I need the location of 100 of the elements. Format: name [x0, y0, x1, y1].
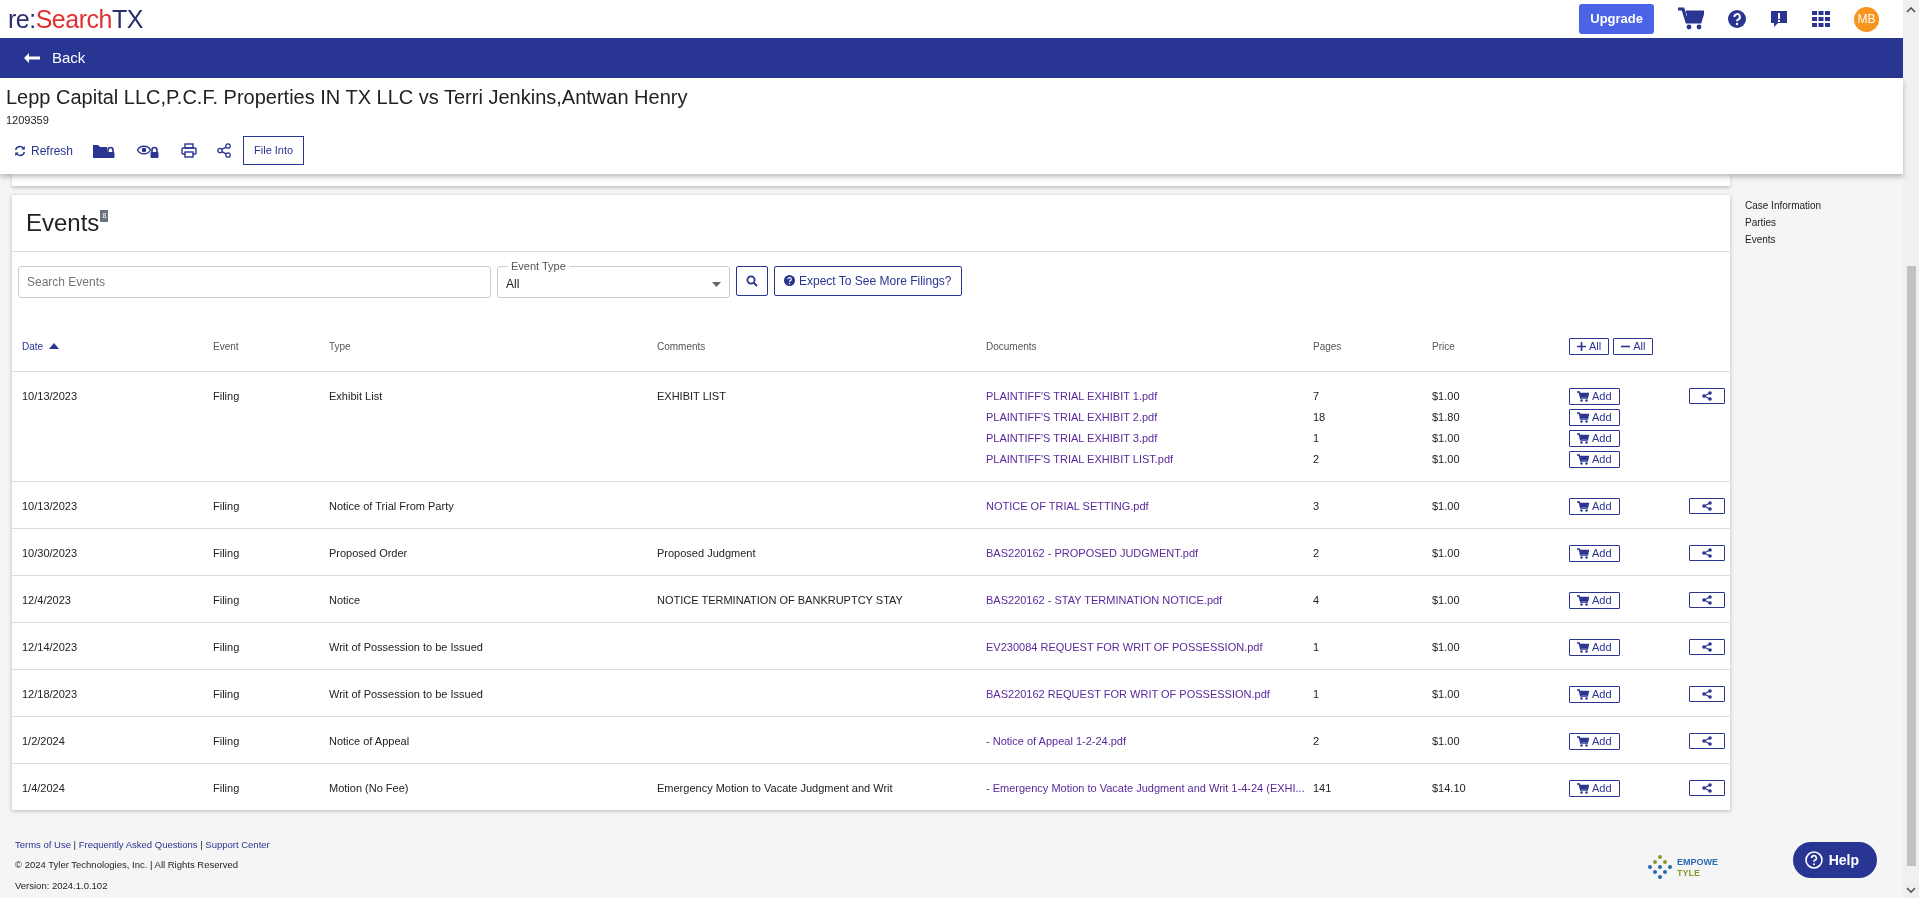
back-button[interactable]: Back: [24, 46, 86, 70]
column-header[interactable]: Event: [213, 340, 239, 352]
search-icon: [746, 274, 758, 287]
brand-text: TYLE: [1677, 868, 1701, 879]
type-cell-text: Proposed Order: [329, 545, 408, 561]
file-into-button[interactable]: File Into: [243, 135, 305, 165]
add-to-cart-button[interactable]: Add: [1569, 429, 1620, 447]
event-cell-text: Filing: [213, 639, 240, 655]
feedback-icon[interactable]: [1770, 10, 1788, 28]
footer-link[interactable]: Frequently Asked Questions: [78, 839, 198, 850]
scroll-up-icon[interactable]: [1906, 6, 1916, 14]
date-cell-text: 10/13/2023: [22, 498, 78, 514]
share-icon: [1702, 783, 1712, 793]
document-link[interactable]: - Emergency Motion to Vacate Judgment and Writ 1-4-24 (EXHI...: [986, 779, 1305, 797]
pages-cell-text: 2: [1313, 733, 1320, 749]
column-header[interactable]: Type: [329, 340, 351, 352]
share-icon: [1702, 642, 1712, 652]
event-cell-text: Filing: [213, 498, 240, 514]
nav-link-item[interactable]: Case Information: [1745, 196, 1822, 214]
cart-icon: [1577, 547, 1589, 559]
separator: |: [200, 839, 203, 850]
document-link[interactable]: PLAINTIFF'S TRIAL EXHIBIT 2.pdf: [986, 408, 1158, 426]
document-link[interactable]: PLAINTIFF'S TRIAL EXHIBIT 1.pdf: [986, 387, 1158, 405]
apps-grid-icon[interactable]: [1812, 10, 1830, 28]
type-cell-text: Notice: [329, 592, 361, 608]
section-title: Events: [26, 207, 100, 238]
search-button[interactable]: [736, 265, 768, 296]
document-link[interactable]: BAS220162 - STAY TERMINATION NOTICE.pdf: [986, 591, 1223, 609]
cart-icon[interactable]: [1678, 7, 1704, 31]
share-button[interactable]: [1689, 780, 1725, 796]
version-text: Version: 2024.1.0.102: [15, 878, 109, 893]
type-cell-text: Motion (No Fee): [329, 780, 409, 796]
price-cell-text: $1.00: [1432, 545, 1460, 561]
date-cell-text: 12/14/2023: [22, 639, 78, 655]
column-header[interactable]: Documents: [986, 340, 1037, 352]
question-icon: [784, 275, 795, 286]
add-to-cart-button[interactable]: Add: [1569, 544, 1620, 562]
help-button[interactable]: Help: [1792, 842, 1877, 878]
pages-cell-text: 3: [1313, 498, 1320, 514]
cart-icon: [1577, 641, 1589, 653]
arrow-left-icon: [24, 53, 40, 63]
plus-icon: [1577, 341, 1586, 351]
document-link[interactable]: EV230084 REQUEST FOR WRIT OF POSSESSION.pdf: [986, 638, 1263, 656]
scroll-down-icon[interactable]: [1906, 886, 1916, 894]
column-header[interactable]: Comments: [657, 340, 706, 352]
document-link[interactable]: PLAINTIFF'S TRIAL EXHIBIT LIST.pdf: [986, 450, 1174, 468]
logo[interactable]: re:SearchTX: [8, 6, 143, 32]
event-cell-text: Filing: [213, 388, 240, 404]
add-to-cart-button[interactable]: Add: [1569, 732, 1620, 750]
pages-cell-text: 1: [1313, 686, 1320, 702]
add-to-cart-button[interactable]: Add: [1569, 450, 1620, 468]
refresh-button[interactable]: Refresh: [6, 135, 82, 166]
document-link[interactable]: NOTICE OF TRIAL SETTING.pdf: [986, 497, 1149, 515]
add-to-cart-button[interactable]: Add: [1569, 497, 1620, 515]
refresh-icon: [14, 144, 26, 157]
upgrade-button[interactable]: Upgrade: [1579, 4, 1654, 34]
add-to-cart-button[interactable]: Add: [1569, 685, 1620, 703]
add-to-cart-button[interactable]: Add: [1569, 387, 1620, 405]
column-header[interactable]: Date: [22, 338, 60, 354]
document-link[interactable]: BAS220162 - PROPOSED JUDGMENT.pdf: [986, 544, 1199, 562]
type-cell-text: Notice of Trial From Party: [329, 498, 454, 514]
share-button[interactable]: [1689, 592, 1725, 608]
cart-icon: [1577, 735, 1589, 747]
cart-icon: [1577, 453, 1589, 465]
share-button[interactable]: [1689, 545, 1725, 561]
help-icon[interactable]: [1728, 10, 1746, 28]
share-icon: [1702, 501, 1712, 511]
add-to-cart-button[interactable]: Add: [1569, 591, 1620, 609]
add-to-cart-button[interactable]: Add: [1569, 408, 1620, 426]
share-icon: [1702, 736, 1712, 746]
price-cell-text: $1.00: [1432, 498, 1460, 514]
nav-link-item[interactable]: Parties: [1745, 213, 1822, 231]
add-to-cart-button[interactable]: Add: [1569, 779, 1620, 797]
price-cell-text: $1.00: [1432, 388, 1460, 404]
share-button[interactable]: [1689, 639, 1725, 655]
share-icon: [1702, 548, 1712, 558]
expand-all-button[interactable]: All: [1569, 337, 1610, 355]
event-cell-text: Filing: [213, 592, 240, 608]
share-button[interactable]: [1689, 733, 1725, 749]
collapse-all-button[interactable]: All: [1613, 337, 1654, 355]
footer-link[interactable]: Support Center: [205, 839, 270, 850]
share-button[interactable]: [1689, 498, 1725, 514]
case-title: Lepp Capital LLC,P.C.F. Properties IN TX LLC vs Terri Jenkins,Antwan Henry: [6, 85, 689, 110]
document-link[interactable]: - Notice of Appeal 1-2-24.pdf: [986, 732, 1127, 750]
share-button[interactable]: [1689, 388, 1725, 404]
search-field[interactable]: Search Events: [18, 265, 491, 298]
comments-cell-text: NOTICE TERMINATION OF BANKRUPTCY STAY: [657, 592, 903, 608]
share-button[interactable]: [1689, 686, 1725, 702]
column-header[interactable]: Pages: [1313, 340, 1342, 352]
footer-link[interactable]: Terms of Use: [15, 839, 71, 850]
pages-cell-text: 1: [1313, 639, 1320, 655]
sort-up-icon: [49, 343, 60, 349]
expect-more-filings-button[interactable]: Expect To See More Filings?: [774, 265, 962, 296]
price-cell-text: $1.00: [1432, 733, 1460, 749]
document-link[interactable]: PLAINTIFF'S TRIAL EXHIBIT 3.pdf: [986, 429, 1158, 447]
document-link[interactable]: BAS220162 REQUEST FOR WRIT OF POSSESSION.pdf: [986, 685, 1270, 703]
add-to-cart-button[interactable]: Add: [1569, 638, 1620, 656]
column-header[interactable]: Price: [1432, 340, 1455, 352]
cart-icon: [1577, 390, 1589, 402]
nav-link-item[interactable]: Events: [1745, 230, 1822, 248]
